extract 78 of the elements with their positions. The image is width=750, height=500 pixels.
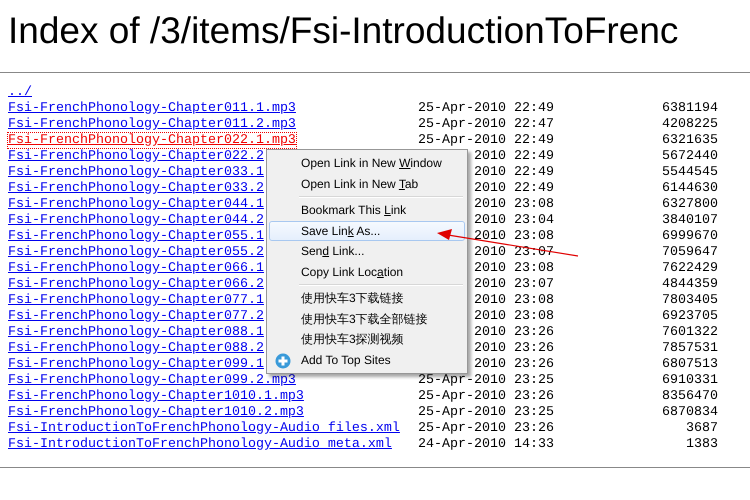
file-size: 6870834 <box>662 405 718 420</box>
menu-item[interactable]: 使用快车3探测视频 <box>269 329 465 350</box>
file-link[interactable]: Fsi-FrenchPhonology-Chapter033.1 <box>8 165 264 180</box>
modified-date: 2010 23:08 <box>474 309 554 324</box>
modified-date: 25-Apr-2010 23:26 <box>418 421 554 436</box>
file-size: 5672440 <box>662 149 718 164</box>
modified-date: 25-Apr-2010 22:49 <box>418 133 554 148</box>
menu-item[interactable]: Send Link... <box>269 241 465 262</box>
file-link[interactable]: Fsi-FrenchPhonology-Chapter033.2 <box>8 181 264 196</box>
menu-item[interactable]: Bookmark This Link <box>269 200 465 220</box>
file-size: 4208225 <box>662 117 718 132</box>
file-link[interactable]: Fsi-FrenchPhonology-Chapter011.1.mp3 <box>8 101 296 116</box>
file-size: 6910331 <box>662 373 718 388</box>
file-link[interactable]: Fsi-FrenchPhonology-Chapter066.2 <box>8 277 264 292</box>
modified-date: 24-Apr-2010 14:33 <box>418 437 554 452</box>
modified-date: 2010 23:26 <box>474 341 554 356</box>
modified-date: 25-Apr-2010 22:49 <box>418 101 554 116</box>
file-link[interactable]: Fsi-FrenchPhonology-Chapter088.1 <box>8 325 264 340</box>
page-heading: Index of /3/items/Fsi-IntroductionToFrenc <box>8 10 680 52</box>
menu-item[interactable]: 使用快车3下载全部链接 <box>269 308 465 329</box>
file-size: 6999670 <box>662 229 718 244</box>
file-size: 6923705 <box>662 309 718 324</box>
modified-date: 2010 23:04 <box>474 213 554 228</box>
file-link[interactable]: Fsi-FrenchPhonology-Chapter055.1 <box>8 229 264 244</box>
file-link[interactable]: Fsi-FrenchPhonology-Chapter022.1.mp3 <box>8 133 296 148</box>
plus-circle-icon <box>275 352 291 368</box>
file-size: 3687 <box>686 421 718 436</box>
modified-date: 2010 23:08 <box>474 293 554 308</box>
modified-date: 2010 23:26 <box>474 357 554 372</box>
file-link[interactable]: Fsi-FrenchPhonology-Chapter1010.1.mp3 <box>8 389 304 404</box>
menu-item[interactable]: Save Link As... <box>269 220 465 241</box>
menu-item[interactable]: Add To Top Sites <box>269 350 465 370</box>
file-link[interactable]: Fsi-FrenchPhonology-Chapter066.1 <box>8 261 264 276</box>
file-link[interactable]: ../ <box>8 85 32 100</box>
modified-date: 2010 23:08 <box>474 229 554 244</box>
file-size: 8356470 <box>662 389 718 404</box>
modified-date: 2010 23:08 <box>474 197 554 212</box>
modified-date: 2010 23:07 <box>474 277 554 292</box>
modified-date: 2010 23:26 <box>474 325 554 340</box>
file-size: 4844359 <box>662 277 718 292</box>
modified-date: 2010 22:49 <box>474 181 554 196</box>
file-link[interactable]: Fsi-FrenchPhonology-Chapter044.1 <box>8 197 264 212</box>
file-link[interactable]: Fsi-IntroductionToFrenchPhonology-Audio files.xml <box>8 421 400 436</box>
file-size: 7622429 <box>662 261 718 276</box>
file-link[interactable]: Fsi-FrenchPhonology-Chapter088.2 <box>8 341 264 356</box>
file-link[interactable]: Fsi-FrenchPhonology-Chapter1010.2.mp3 <box>8 405 304 420</box>
file-size: 6144630 <box>662 181 718 196</box>
file-size: 6807513 <box>662 357 718 372</box>
file-size: 5544545 <box>662 165 718 180</box>
modified-date: 25-Apr-2010 23:25 <box>418 405 554 420</box>
file-link[interactable]: Fsi-FrenchPhonology-Chapter099.2.mp3 <box>8 373 296 388</box>
file-link[interactable]: Fsi-FrenchPhonology-Chapter011.2.mp3 <box>8 117 296 132</box>
modified-date: 25-Apr-2010 22:47 <box>418 117 554 132</box>
menu-item[interactable]: Open Link in New Window <box>269 153 465 174</box>
file-size: 6321635 <box>662 133 718 148</box>
file-size: 7059647 <box>662 245 718 260</box>
modified-date: 25-Apr-2010 23:25 <box>418 373 554 388</box>
modified-date: 25-Apr-2010 23:26 <box>418 389 554 404</box>
file-size: 6381194 <box>662 101 718 116</box>
menu-item[interactable]: Open Link in New Tab <box>269 174 465 194</box>
file-link[interactable]: Fsi-IntroductionToFrenchPhonology-Audio meta.xml <box>8 437 392 452</box>
file-link[interactable]: Fsi-FrenchPhonology-Chapter099.1 <box>8 357 264 372</box>
file-link[interactable]: Fsi-FrenchPhonology-Chapter077.2 <box>8 309 264 324</box>
file-link[interactable]: Fsi-FrenchPhonology-Chapter022.2 <box>8 149 264 164</box>
file-size: 7803405 <box>662 293 718 308</box>
file-size: 7857531 <box>662 341 718 356</box>
file-size: 1383 <box>686 437 718 452</box>
file-size: 3840107 <box>662 213 718 228</box>
menu-item[interactable]: Copy Link Location <box>269 262 465 282</box>
file-link[interactable]: Fsi-FrenchPhonology-Chapter077.1 <box>8 293 264 308</box>
file-size: 7601322 <box>662 325 718 340</box>
file-size: 6327800 <box>662 197 718 212</box>
file-link[interactable]: Fsi-FrenchPhonology-Chapter055.2 <box>8 245 264 260</box>
file-link[interactable]: Fsi-FrenchPhonology-Chapter044.2 <box>8 213 264 228</box>
modified-date: 2010 22:49 <box>474 165 554 180</box>
modified-date: 2010 22:49 <box>474 149 554 164</box>
menu-item[interactable]: 使用快车3下载链接 <box>269 288 465 308</box>
modified-date: 2010 23:08 <box>474 261 554 276</box>
